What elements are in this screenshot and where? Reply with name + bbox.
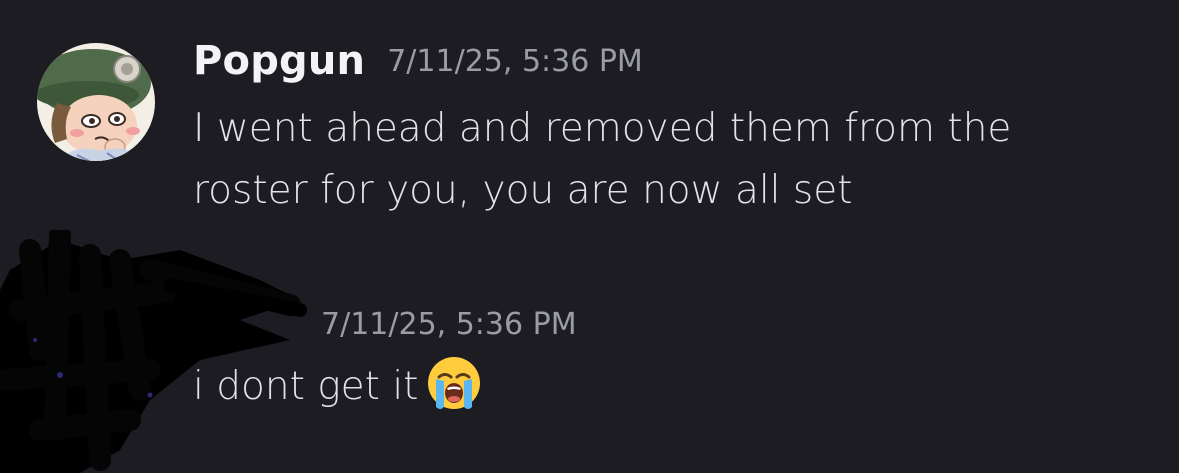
message-redacted-user: 7/11/25, 5:36 PM i dont get it	[0, 230, 1179, 473]
message-text: i dont get it	[193, 364, 419, 409]
message-header: Popgun 7/11/25, 5:36 PM	[193, 38, 643, 84]
username[interactable]: Popgun	[193, 38, 365, 84]
message-popgun: Popgun 7/11/25, 5:36 PM I went ahead and …	[0, 0, 1179, 230]
user-avatar[interactable]	[37, 43, 155, 161]
message-text-line: I went ahead and removed them from the	[193, 106, 1012, 151]
message-header: 7/11/25, 5:36 PM	[193, 301, 577, 347]
message-content: I went ahead and removed them from the r…	[193, 98, 1153, 222]
avatar-icon	[37, 43, 155, 161]
timestamp[interactable]: 7/11/25, 5:36 PM	[321, 307, 577, 342]
loudly-crying-face-emoji-icon	[428, 357, 481, 409]
message-text-line: roster for you, you are now all set	[193, 168, 853, 213]
redaction-scribble	[0, 230, 307, 473]
timestamp[interactable]: 7/11/25, 5:36 PM	[387, 44, 643, 79]
message-content: i dont get it	[193, 355, 1153, 418]
